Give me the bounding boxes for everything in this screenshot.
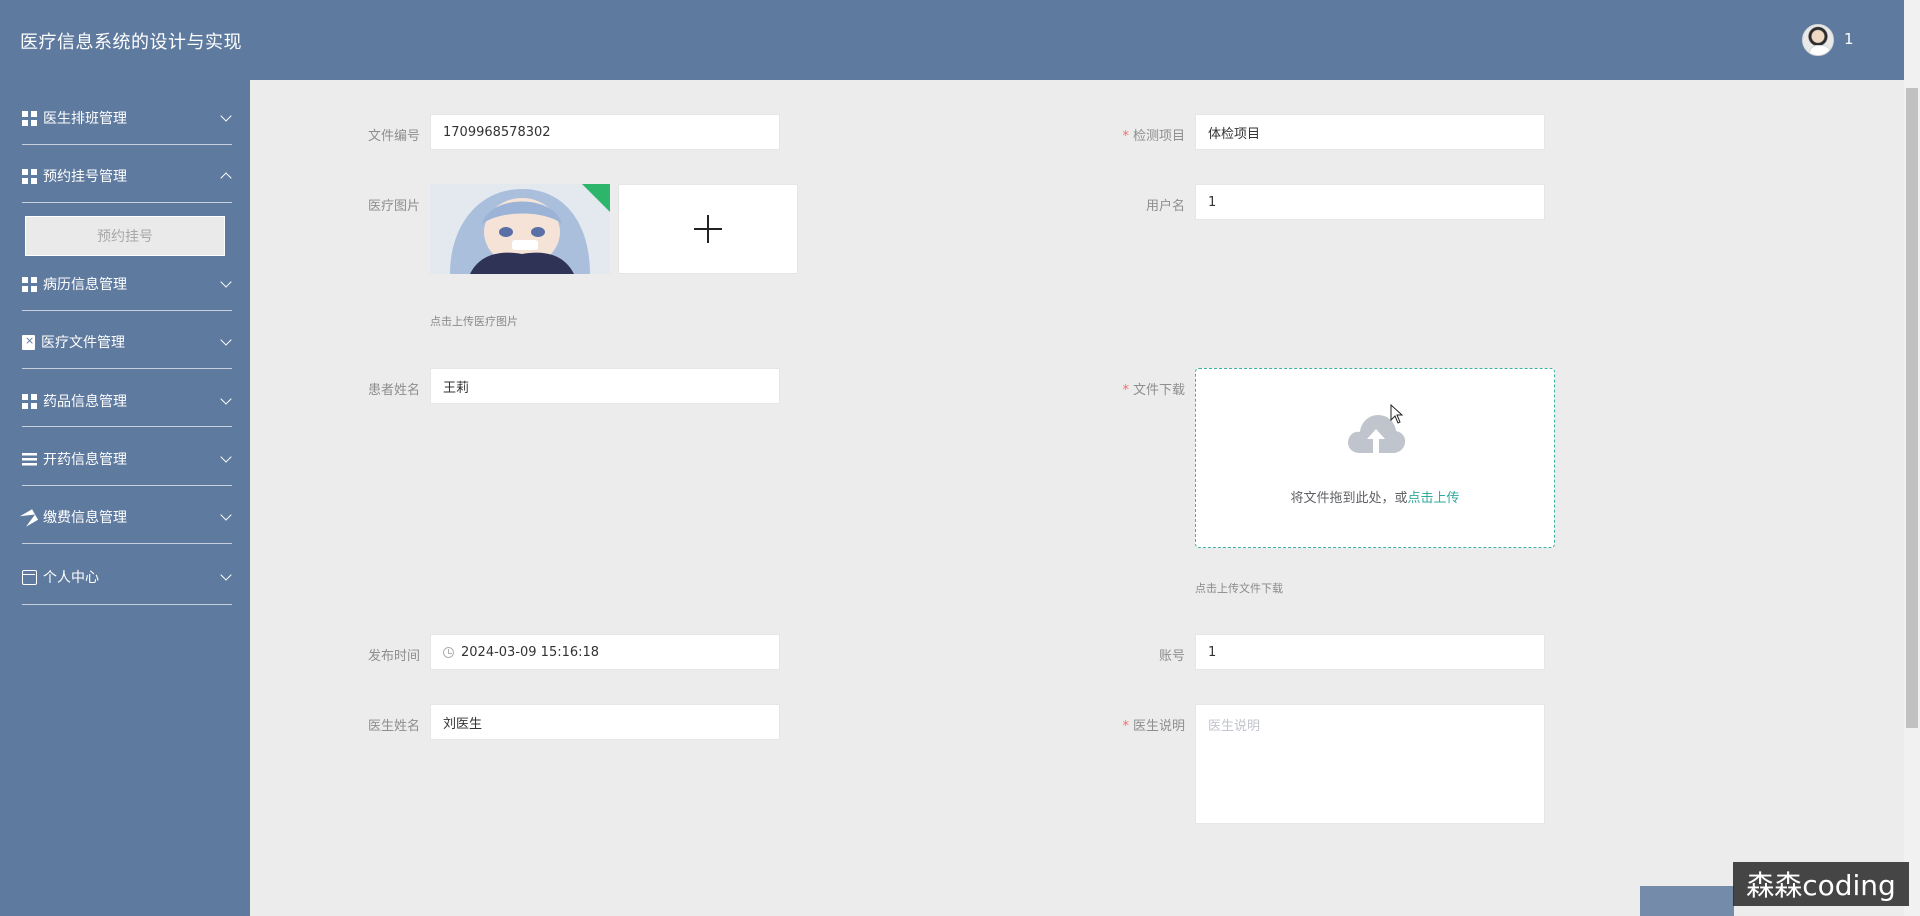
- medical-image-label: 医疗图片: [367, 199, 420, 214]
- click-upload-link[interactable]: 点击上传: [1408, 491, 1460, 506]
- doctor-note-textarea[interactable]: 医生说明: [1195, 704, 1545, 824]
- chevron-down-icon: [220, 393, 232, 405]
- sidebar-item-medical-records[interactable]: 病历信息管理: [22, 264, 232, 304]
- sidebar-item-prescription[interactable]: 开药信息管理: [22, 439, 232, 479]
- chevron-up-icon: [220, 172, 232, 184]
- divider: [22, 202, 232, 203]
- publish-time-value: 2024-03-09 15:16:18: [461, 644, 600, 660]
- chevron-down-icon: [220, 451, 232, 463]
- sidebar-item-label: 医生排班管理: [43, 111, 127, 127]
- divider: [22, 543, 232, 544]
- account-label: 账号: [1158, 649, 1185, 664]
- sidebar-item-label: 药品信息管理: [43, 394, 127, 410]
- username-input[interactable]: 1: [1195, 184, 1545, 220]
- check-item-input[interactable]: 体检项目: [1195, 114, 1545, 150]
- publish-time-label: 发布时间: [367, 649, 420, 664]
- grid-icon: [22, 276, 37, 292]
- dropzone-text: 将文件拖到此处，或点击上传: [1290, 491, 1460, 506]
- chevron-down-icon: [220, 569, 232, 581]
- mouse-cursor-icon: [1390, 404, 1404, 424]
- medical-image-hint: 点击上传医疗图片: [430, 315, 518, 328]
- doctor-note-label: * 医生说明: [1122, 719, 1185, 734]
- clipboard-icon: [22, 334, 35, 350]
- paper-plane-icon: [22, 510, 37, 525]
- sidebar-item-label: 预约挂号管理: [43, 169, 127, 185]
- file-no-label: 文件编号: [367, 129, 420, 144]
- patient-name-label: 患者姓名: [367, 383, 420, 398]
- divider: [22, 426, 232, 427]
- doctor-name-label: 医生姓名: [367, 719, 420, 734]
- patient-name-input[interactable]: 王莉: [430, 368, 780, 404]
- file-no-input[interactable]: 1709968578302: [430, 114, 780, 150]
- required-mark: *: [1122, 129, 1129, 144]
- file-upload-dropzone[interactable]: 将文件拖到此处，或点击上传: [1195, 368, 1555, 548]
- sidebar-item-label: 医疗文件管理: [41, 335, 125, 351]
- grid-icon: [22, 110, 37, 126]
- user-avatar[interactable]: [1802, 24, 1834, 56]
- sidebar-subitem-appointment[interactable]: 预约挂号: [25, 216, 225, 256]
- grid-icon: [22, 168, 37, 184]
- divider: [22, 310, 232, 311]
- card-icon: [22, 569, 37, 585]
- file-download-label: * 文件下载: [1122, 383, 1185, 398]
- sidebar: 医生排班管理 预约挂号管理 预约挂号 病历信息管理 医疗文件管理 药品信息管理 …: [0, 80, 250, 916]
- sidebar-item-label: 病历信息管理: [43, 277, 127, 293]
- username-label: 用户名: [1145, 199, 1185, 214]
- anime-illustration-image: [430, 184, 610, 274]
- publish-time-picker[interactable]: 2024-03-09 15:16:18: [430, 634, 780, 670]
- chevron-down-icon: [220, 276, 232, 288]
- chevron-down-icon: [220, 110, 232, 122]
- doctor-name-input[interactable]: 刘医生: [430, 704, 780, 740]
- submit-button-partial[interactable]: [1640, 886, 1734, 916]
- top-header: 医疗信息系统的设计与实现 1: [0, 0, 1904, 80]
- required-mark: *: [1122, 719, 1129, 734]
- chevron-down-icon: [220, 334, 232, 346]
- medical-image-thumbnail[interactable]: [430, 184, 610, 274]
- divider: [22, 485, 232, 486]
- app-title: 医疗信息系统的设计与实现: [20, 32, 242, 53]
- chevron-down-icon: [220, 509, 232, 521]
- watermark: 森森coding: [1733, 862, 1909, 906]
- divider: [22, 604, 232, 605]
- scrollbar-thumb[interactable]: [1906, 88, 1918, 728]
- sidebar-item-payment[interactable]: 缴费信息管理: [22, 497, 232, 537]
- account-input[interactable]: 1: [1195, 634, 1545, 670]
- divider: [22, 144, 232, 145]
- sidebar-item-medical-files[interactable]: 医疗文件管理: [22, 322, 232, 362]
- sidebar-item-appointment-mgmt[interactable]: 预约挂号管理: [22, 156, 232, 196]
- clock-icon: [443, 646, 454, 658]
- grid-icon: [22, 393, 37, 409]
- sidebar-item-label: 缴费信息管理: [43, 510, 127, 526]
- user-name[interactable]: 1: [1844, 30, 1854, 48]
- required-mark: *: [1122, 383, 1129, 398]
- sidebar-item-label: 开药信息管理: [43, 452, 127, 468]
- add-image-button[interactable]: [618, 184, 798, 274]
- sidebar-item-drug-info[interactable]: 药品信息管理: [22, 381, 232, 421]
- sidebar-item-personal-center[interactable]: 个人中心: [22, 557, 232, 597]
- bars-icon: [22, 451, 37, 467]
- file-download-hint: 点击上传文件下载: [1195, 582, 1283, 595]
- check-item-label: * 检测项目: [1122, 129, 1185, 144]
- sidebar-item-label: 个人中心: [43, 570, 99, 586]
- divider: [22, 368, 232, 369]
- sidebar-item-doctor-schedule[interactable]: 医生排班管理: [22, 98, 232, 138]
